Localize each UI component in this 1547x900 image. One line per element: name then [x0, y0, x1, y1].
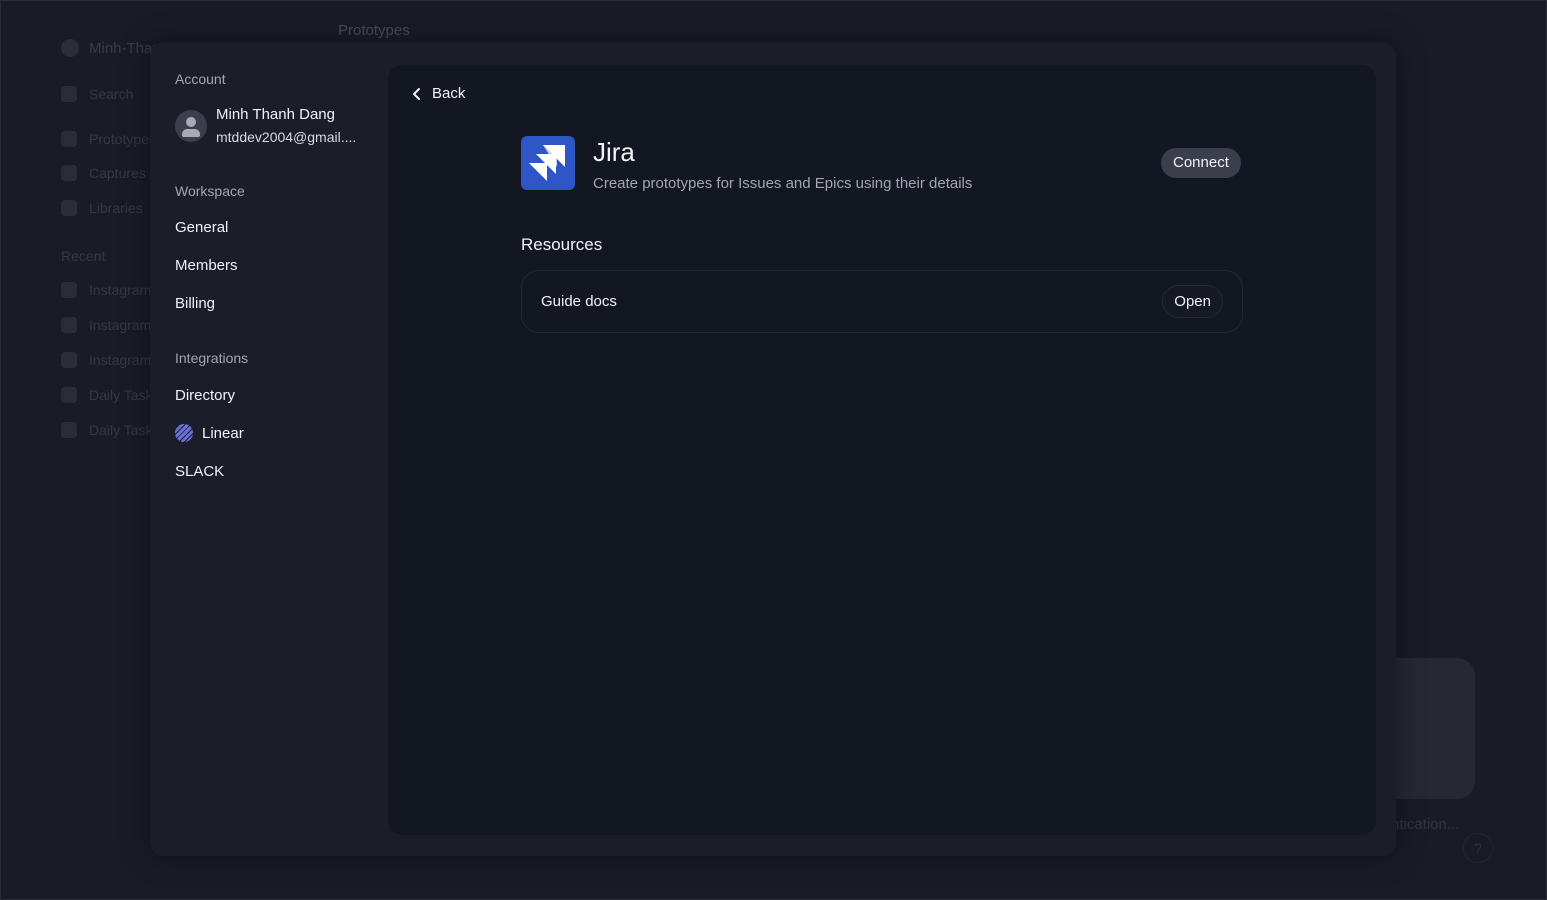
integration-title: Jira — [593, 137, 635, 167]
recent-item[interactable]: Instagram — [61, 317, 151, 333]
search-label: Search — [89, 86, 134, 102]
nav-prototypes[interactable]: Prototypes — [61, 131, 156, 147]
integration-detail: Back Jira Create prototypes for Issues a… — [388, 65, 1376, 835]
target-icon — [61, 422, 77, 438]
recent-item[interactable]: Instagram — [61, 282, 151, 298]
cube-icon — [61, 131, 77, 147]
sidebar-item-general[interactable]: General — [175, 219, 228, 236]
connect-button[interactable]: Connect — [1161, 148, 1241, 178]
nav-libraries[interactable]: Libraries — [61, 200, 143, 216]
recent-label-text: Daily Task — [89, 387, 153, 403]
back-label: Back — [432, 85, 466, 102]
sidebar-item-directory[interactable]: Directory — [175, 387, 235, 404]
recent-item[interactable]: Daily Task — [61, 387, 153, 403]
sidebar-item-slack[interactable]: SLACK — [175, 463, 224, 480]
rocket-icon — [61, 317, 77, 333]
components-icon — [61, 200, 77, 216]
recent-label: Recent — [61, 248, 106, 264]
nav-captures[interactable]: Captures — [61, 165, 146, 181]
resources-heading: Resources — [521, 235, 603, 254]
palette-icon — [61, 282, 77, 298]
recent-label-text: Daily Task — [89, 422, 153, 438]
resource-item: Guide docs Open — [521, 270, 1243, 333]
linear-icon — [175, 424, 193, 442]
help-button[interactable]: ? — [1463, 833, 1493, 863]
nav-label: Libraries — [89, 200, 143, 216]
camera-icon — [61, 165, 77, 181]
sidebar-item-members[interactable]: Members — [175, 257, 238, 274]
workspace-icon — [61, 39, 79, 57]
open-button[interactable]: Open — [1162, 285, 1223, 318]
recent-item[interactable]: Instagram — [61, 352, 151, 368]
user-name: Minh Thanh Dang — [216, 106, 335, 123]
nav-label: Captures — [89, 165, 146, 181]
settings-modal: Account Minh Thanh Dang mtddev2004@gmail… — [150, 42, 1396, 856]
search[interactable]: Search — [61, 86, 133, 102]
recent-label-text: Instagram — [89, 352, 152, 368]
recent-item[interactable]: Daily Task — [61, 422, 153, 438]
integrations-heading: Integrations — [175, 350, 249, 366]
sidebar-item-label: Linear — [202, 424, 244, 442]
avatar — [175, 110, 207, 142]
search-icon — [61, 86, 77, 102]
sidebar-item-billing[interactable]: Billing — [175, 295, 215, 312]
star-icon — [61, 387, 77, 403]
recent-label-text: Instagram — [89, 317, 152, 333]
user-email: mtddev2004@gmail.... — [216, 129, 357, 145]
chevron-left-icon — [413, 87, 420, 100]
workspace-heading: Workspace — [175, 183, 245, 199]
nav-label: Prototypes — [89, 131, 156, 147]
back-button[interactable]: Back — [412, 85, 465, 102]
sidebar-item-linear[interactable]: Linear — [175, 424, 244, 442]
resource-label: Guide docs — [541, 293, 617, 310]
account-heading: Account — [175, 71, 226, 87]
jira-logo-icon — [521, 136, 575, 190]
recent-label-text: Instagram — [89, 282, 152, 298]
user-icon — [186, 117, 196, 127]
top-tab-prototypes[interactable]: Prototypes — [338, 22, 410, 39]
status-text: ntication... — [1391, 816, 1460, 833]
integration-description: Create prototypes for Issues and Epics u… — [593, 175, 973, 192]
bulb-icon — [61, 352, 77, 368]
background-card — [1391, 658, 1475, 799]
